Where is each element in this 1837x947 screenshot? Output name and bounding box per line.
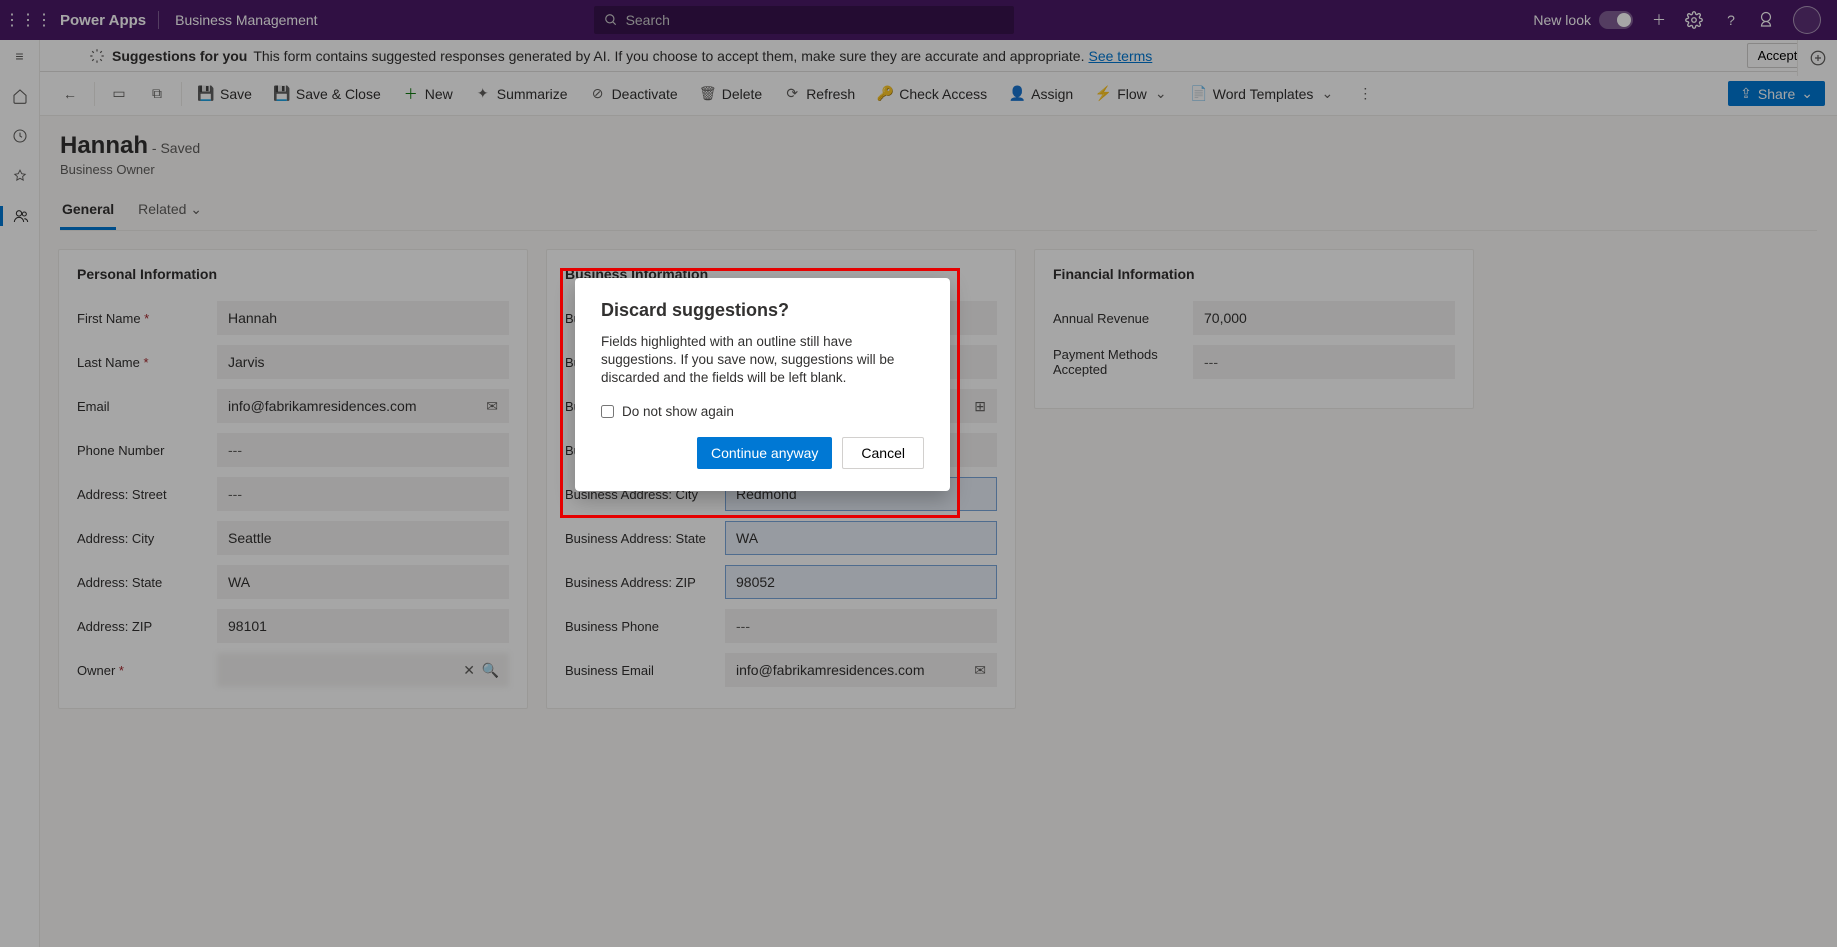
dialog-body: Fields highlighted with an outline still…: [601, 333, 924, 388]
dialog-title: Discard suggestions?: [601, 300, 924, 321]
cancel-button[interactable]: Cancel: [842, 437, 924, 469]
continue-anyway-button[interactable]: Continue anyway: [697, 437, 832, 469]
discard-suggestions-dialog: Discard suggestions? Fields highlighted …: [575, 278, 950, 491]
checkbox-input[interactable]: [601, 405, 614, 418]
do-not-show-checkbox[interactable]: Do not show again: [601, 404, 924, 419]
